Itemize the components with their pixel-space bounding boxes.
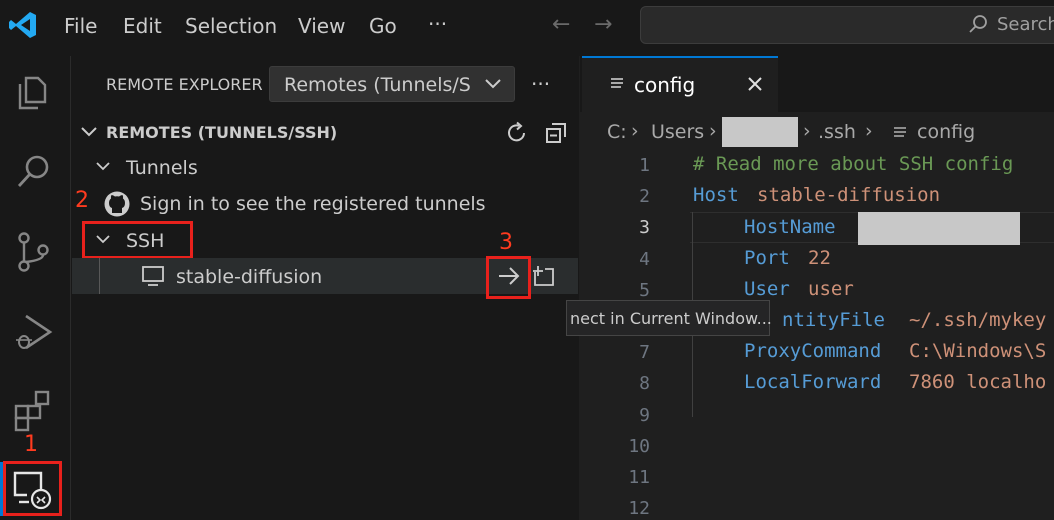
code-comment: # Read more about SSH config bbox=[693, 153, 1014, 175]
file-lines-icon bbox=[894, 127, 906, 137]
github-icon bbox=[104, 191, 130, 217]
ssh-host-label: stable-diffusion bbox=[176, 266, 323, 288]
line-number: 10 bbox=[628, 436, 650, 457]
menu-view[interactable]: View bbox=[298, 14, 345, 38]
remote-explorer-icon[interactable] bbox=[11, 469, 55, 511]
line-number: 7 bbox=[639, 342, 650, 363]
tooltip-text: nect in Current Window... bbox=[570, 309, 772, 328]
menu-go[interactable]: Go bbox=[369, 14, 397, 38]
breadcrumb-users[interactable]: Users bbox=[651, 121, 704, 143]
breadcrumb-separator: › bbox=[709, 120, 717, 142]
sidebar-more-actions[interactable]: ··· bbox=[531, 72, 550, 96]
line-number: 3 bbox=[639, 217, 650, 238]
close-icon[interactable] bbox=[746, 75, 764, 93]
line-number: 4 bbox=[639, 249, 650, 270]
remotes-section-header[interactable]: REMOTES (TUNNELS/SSH) bbox=[106, 123, 337, 142]
tree-item-tunnels[interactable]: Tunnels bbox=[126, 157, 198, 179]
menu-edit[interactable]: Edit bbox=[123, 14, 162, 38]
sidebar-title: REMOTE EXPLORER bbox=[106, 75, 263, 94]
collapse-all-icon[interactable] bbox=[544, 121, 568, 145]
command-center-search[interactable] bbox=[640, 6, 1054, 44]
indent-guide bbox=[99, 258, 100, 294]
search-label: Search bbox=[997, 14, 1054, 35]
code-keyword: ProxyCommand bbox=[744, 340, 882, 362]
file-lines-icon bbox=[611, 78, 623, 88]
code-value: user bbox=[808, 278, 854, 300]
remotes-dropdown-value: Remotes (Tunnels/S bbox=[284, 74, 471, 96]
menu-selection[interactable]: Selection bbox=[185, 14, 277, 38]
code-value: 7860 localho bbox=[909, 371, 1047, 393]
breadcrumb-separator: › bbox=[865, 120, 873, 142]
code-value: C:\Windows\S bbox=[909, 340, 1047, 362]
code-keyword: Port bbox=[744, 247, 790, 269]
code-keyword: LocalForward bbox=[744, 371, 882, 393]
line-number: 11 bbox=[628, 467, 650, 488]
new-window-icon[interactable] bbox=[532, 264, 556, 288]
source-control-icon[interactable] bbox=[14, 230, 54, 274]
line-number: 9 bbox=[639, 405, 650, 426]
breadcrumb-ssh[interactable]: .ssh bbox=[818, 121, 856, 143]
chevron-down-icon[interactable] bbox=[80, 125, 98, 139]
breadcrumb-separator: › bbox=[803, 120, 811, 142]
arrow-right-icon[interactable] bbox=[497, 266, 521, 286]
breadcrumb-separator: › bbox=[631, 120, 639, 142]
tab-label: config bbox=[634, 73, 696, 97]
code-value: 22 bbox=[808, 247, 831, 269]
back-arrow-icon[interactable]: ← bbox=[552, 12, 570, 37]
breadcrumb-file[interactable]: config bbox=[917, 121, 975, 143]
refresh-icon[interactable] bbox=[505, 121, 529, 145]
code-keyword: ntityFile bbox=[782, 309, 885, 331]
code-keyword: User bbox=[744, 278, 790, 300]
annotation-number-1: 1 bbox=[24, 432, 38, 457]
breadcrumb-drive[interactable]: C: bbox=[607, 121, 627, 143]
annotation-number-2: 2 bbox=[75, 188, 89, 213]
code-keyword: HostName bbox=[744, 216, 836, 238]
line-number: 8 bbox=[639, 373, 650, 394]
code-keyword: Host bbox=[693, 184, 739, 206]
line-number: 5 bbox=[639, 280, 650, 301]
extensions-icon[interactable] bbox=[12, 388, 56, 432]
redacted-hostname bbox=[858, 212, 1020, 245]
monitor-icon bbox=[142, 266, 164, 286]
menu-file[interactable]: File bbox=[64, 14, 97, 38]
run-debug-icon[interactable] bbox=[12, 310, 56, 354]
explorer-icon[interactable] bbox=[14, 72, 54, 112]
chevron-down-icon[interactable] bbox=[95, 161, 111, 173]
line-number: 12 bbox=[628, 498, 650, 519]
chevron-down-icon bbox=[485, 79, 501, 89]
chevron-down-icon[interactable] bbox=[95, 234, 111, 246]
code-value: ~/.ssh/mykey bbox=[909, 309, 1047, 331]
line-number: 2 bbox=[639, 186, 650, 207]
vscode-logo-icon bbox=[9, 12, 36, 38]
menu-more[interactable]: ··· bbox=[428, 12, 447, 36]
search-icon bbox=[969, 15, 987, 33]
annotation-number-3: 3 bbox=[499, 230, 513, 255]
active-indicator bbox=[0, 462, 3, 516]
code-value: stable-diffusion bbox=[757, 184, 941, 206]
tree-item-ssh[interactable]: SSH bbox=[126, 230, 164, 252]
search-view-icon[interactable] bbox=[14, 152, 54, 192]
forward-arrow-icon[interactable]: → bbox=[594, 12, 612, 37]
redacted-username bbox=[722, 117, 798, 147]
line-number: 1 bbox=[639, 155, 650, 176]
sign-in-tunnels-link[interactable]: Sign in to see the registered tunnels bbox=[140, 193, 486, 215]
